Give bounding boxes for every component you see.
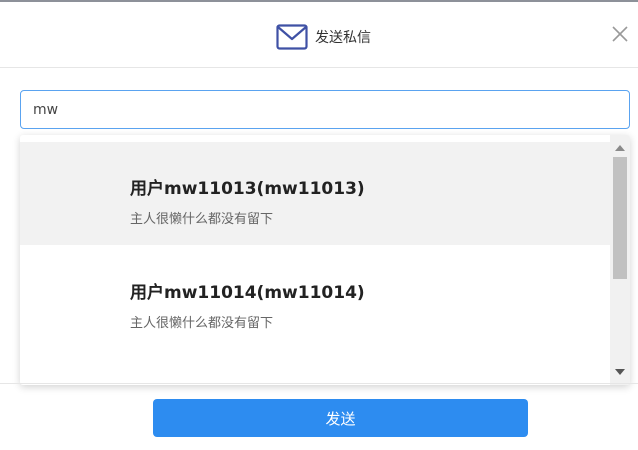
footer-divider [0,383,638,384]
send-button[interactable]: 发送 [153,399,528,437]
send-message-dialog: 发送私信 用户mw11013(mw11013) 主人很懒什么都没有留下 用户mw… [0,0,638,450]
result-item-mw11014[interactable]: 用户mw11014(mw11014) 主人很懒什么都没有留下 [20,246,610,349]
result-desc: 主人很懒什么都没有留下 [130,316,274,331]
scrollbar-thumb[interactable] [613,157,627,279]
result-item-mw11013[interactable]: 用户mw11013(mw11013) 主人很懒什么都没有留下 [20,142,610,245]
dialog-header: 发送私信 [0,2,638,68]
result-name: 用户mw11013(mw11013) [130,179,365,199]
scroll-up-arrow-icon[interactable] [615,145,625,151]
result-desc: 主人很懒什么都没有留下 [130,212,274,227]
scroll-down-arrow-icon[interactable] [615,369,625,375]
search-results-dropdown: 用户mw11013(mw11013) 主人很懒什么都没有留下 用户mw11014… [20,135,630,385]
close-icon[interactable] [611,25,629,43]
envelope-icon [276,24,308,50]
dialog-title-group: 发送私信 [276,22,371,52]
dialog-title: 发送私信 [315,30,371,46]
results-scrollbar[interactable] [610,135,630,385]
search-results-list: 用户mw11013(mw11013) 主人很懒什么都没有留下 用户mw11014… [20,135,610,385]
recipient-search-input[interactable] [20,90,630,129]
result-name: 用户mw11014(mw11014) [130,283,365,303]
